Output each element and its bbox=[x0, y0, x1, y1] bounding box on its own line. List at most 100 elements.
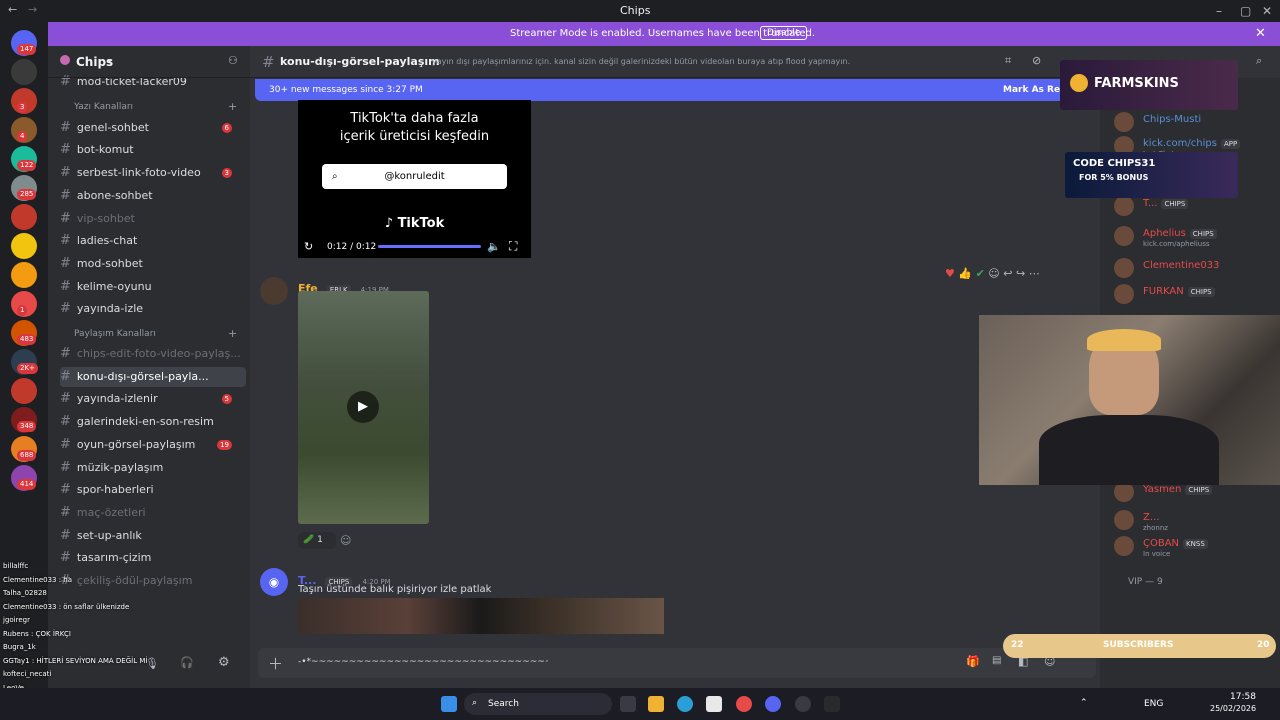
tiktok-embed[interactable]: TikTok'ta daha fazla içerik üreticisi ke… bbox=[298, 100, 531, 258]
threads-icon[interactable]: ⌗ bbox=[1005, 54, 1011, 68]
member-item[interactable]: Chips-Musti bbox=[1114, 112, 1274, 134]
channel-item[interactable]: # galerindeki-en-son-resim bbox=[60, 412, 246, 432]
add-channel-icon[interactable]: + bbox=[228, 327, 237, 340]
chrome-icon[interactable] bbox=[736, 696, 752, 712]
reaction-chip[interactable]: 🥒 1 bbox=[298, 532, 336, 549]
clock-time[interactable]: 17:58 bbox=[1230, 692, 1256, 702]
server-header[interactable]: Chips ⌄ ⚇ bbox=[48, 46, 250, 78]
member-item[interactable]: Yasmen CHIPS bbox=[1114, 482, 1274, 504]
server-badge: 414 bbox=[17, 479, 37, 490]
add-channel-icon[interactable]: + bbox=[228, 100, 237, 113]
clock-date[interactable]: 25/02/2026 bbox=[1210, 704, 1256, 713]
hash-icon: # bbox=[60, 142, 71, 158]
hash-icon: # bbox=[60, 301, 71, 317]
obs-icon[interactable] bbox=[795, 696, 811, 712]
hash-icon: # bbox=[60, 165, 71, 181]
back-arrow-icon[interactable]: ← bbox=[8, 3, 17, 16]
hash-icon: # bbox=[60, 233, 71, 249]
add-reaction-icon[interactable]: ☺ bbox=[988, 267, 999, 280]
server-icon[interactable] bbox=[11, 262, 37, 288]
task-view-icon[interactable] bbox=[620, 696, 636, 712]
channel-item[interactable]: # serbest-link-foto-video 3 bbox=[60, 163, 246, 183]
channel-item[interactable]: # abone-sohbet bbox=[60, 186, 246, 206]
channel-item[interactable]: # mod-sohbet bbox=[60, 254, 246, 274]
category-header[interactable]: Yazı Kanalları bbox=[74, 102, 133, 112]
category-header[interactable]: Paylaşım Kanalları bbox=[74, 329, 156, 339]
gif-icon[interactable]: ▤ bbox=[992, 655, 1001, 666]
member-name-text: FURKAN bbox=[1143, 286, 1184, 297]
channel-item[interactable]: # set-up-anlık bbox=[60, 526, 246, 546]
fullscreen-icon[interactable]: ⛶ bbox=[509, 239, 517, 254]
tray-chevron-icon[interactable]: ⌃ bbox=[1080, 698, 1088, 708]
channel-item[interactable]: # bot-komut bbox=[60, 140, 246, 160]
member-item[interactable]: T... CHIPS bbox=[1114, 196, 1274, 218]
message-input-text[interactable]: -•*~~~~~~~~~~~~~~~~~~~~~~~~~~~~~~~~~~~~~… bbox=[298, 657, 548, 667]
gift-icon[interactable]: 🎁 bbox=[966, 655, 980, 668]
tiktok-search-box[interactable]: ⌕ @konruledit bbox=[322, 164, 507, 189]
maximize-icon[interactable]: ▢ bbox=[1240, 4, 1251, 18]
video-attachment[interactable]: ▶ bbox=[298, 291, 429, 524]
member-item[interactable]: Z... zhonnz bbox=[1114, 510, 1274, 532]
headphones-icon[interactable]: 🎧 bbox=[180, 656, 194, 669]
avatar[interactable] bbox=[260, 277, 288, 305]
minimize-icon[interactable]: – bbox=[1216, 4, 1222, 18]
thumbs-up-reaction-icon[interactable]: 👍 bbox=[958, 267, 972, 280]
add-reaction-icon[interactable]: ☺ bbox=[340, 534, 351, 547]
new-messages-bar[interactable]: 30+ new messages since 3:27 PM Mark As R… bbox=[255, 79, 1095, 101]
search-icon[interactable]: ⌕ bbox=[1256, 54, 1262, 68]
hash-icon: # bbox=[60, 278, 71, 294]
server-icon[interactable] bbox=[11, 378, 37, 404]
hash-icon: # bbox=[262, 53, 275, 71]
channel-item[interactable]: # oyun-görsel-paylaşım 19 bbox=[60, 435, 246, 455]
epic-games-icon[interactable] bbox=[824, 696, 840, 712]
channel-item[interactable]: # genel-sohbet 6 bbox=[60, 118, 246, 138]
discord-taskbar-icon[interactable] bbox=[765, 696, 781, 712]
reply-icon[interactable]: ↩ bbox=[1003, 267, 1012, 280]
channel-item[interactable]: # yayında-izlenir 5 bbox=[60, 389, 246, 409]
member-item[interactable]: ÇOBAN KNSS In voice bbox=[1114, 536, 1274, 558]
file-explorer-icon[interactable] bbox=[648, 696, 664, 712]
channel-item[interactable]: # spor-haberleri bbox=[60, 480, 246, 500]
channel-item[interactable]: # yayında-izle bbox=[60, 299, 246, 319]
play-icon[interactable]: ▶ bbox=[347, 391, 379, 423]
check-reaction-icon[interactable]: ✔ bbox=[976, 267, 985, 280]
notifications-icon[interactable]: ⊘ bbox=[1032, 54, 1041, 67]
channel-item[interactable]: # müzik-paylaşım bbox=[60, 458, 246, 478]
add-member-icon[interactable]: ⚇ bbox=[228, 54, 238, 67]
channel-item[interactable]: # kelime-oyunu bbox=[60, 277, 246, 297]
server-icon[interactable] bbox=[11, 233, 37, 259]
settings-gear-icon[interactable]: ⚙ bbox=[218, 655, 230, 670]
member-item[interactable]: Aphelius CHIPS kick.com/apheliuss bbox=[1114, 226, 1274, 248]
store-icon[interactable] bbox=[706, 696, 722, 712]
channel-item[interactable]: # maç-özetleri bbox=[60, 503, 246, 523]
channel-item[interactable]: # vip-sohbet bbox=[60, 209, 246, 229]
forward-arrow-icon[interactable]: → bbox=[28, 3, 37, 16]
taskbar-search[interactable]: ⌕ Search bbox=[464, 693, 612, 715]
member-item[interactable]: Clementine033 bbox=[1114, 258, 1274, 280]
more-options-icon[interactable]: ⋯ bbox=[1029, 267, 1040, 280]
heart-reaction-icon[interactable]: ♥ bbox=[945, 267, 955, 280]
server-icon[interactable] bbox=[11, 59, 37, 85]
close-banner-icon[interactable]: ✕ bbox=[1255, 26, 1266, 41]
channel-topic: yayın dışı paylaşımlarınız için. kanal s… bbox=[432, 57, 851, 66]
windows-start-icon[interactable] bbox=[441, 696, 457, 712]
discord-avatar-icon[interactable]: ◉ bbox=[260, 568, 288, 596]
edge-icon[interactable] bbox=[677, 696, 693, 712]
disable-button[interactable]: Disable bbox=[760, 26, 808, 40]
forward-icon[interactable]: ↪ bbox=[1016, 267, 1025, 280]
replay-icon[interactable]: ↻ bbox=[304, 240, 313, 253]
volume-icon[interactable]: 🔈 bbox=[487, 240, 501, 253]
close-icon[interactable]: ✕ bbox=[1262, 4, 1272, 18]
channel-item[interactable]: # chips-edit-foto-video-paylaş... bbox=[60, 344, 246, 364]
add-attachment-icon[interactable]: ＋ bbox=[268, 653, 283, 674]
channel-item[interactable]: # konu-dışı-görsel-payla... bbox=[60, 366, 246, 387]
video-progress-bar[interactable] bbox=[378, 245, 481, 248]
message-input[interactable]: ＋ -•*~~~~~~~~~~~~~~~~~~~~~~~~~~~~~~~~~~~… bbox=[258, 648, 1096, 678]
image-attachments[interactable] bbox=[298, 598, 664, 634]
language-indicator[interactable]: ENG bbox=[1144, 699, 1163, 709]
member-item[interactable]: FURKAN CHIPS bbox=[1114, 284, 1274, 306]
mic-icon[interactable]: 🎙 bbox=[145, 657, 159, 670]
server-icon[interactable] bbox=[11, 204, 37, 230]
channel-item[interactable]: # ladies-chat bbox=[60, 231, 246, 251]
tiktok-brand-label: TikTok bbox=[397, 216, 445, 231]
